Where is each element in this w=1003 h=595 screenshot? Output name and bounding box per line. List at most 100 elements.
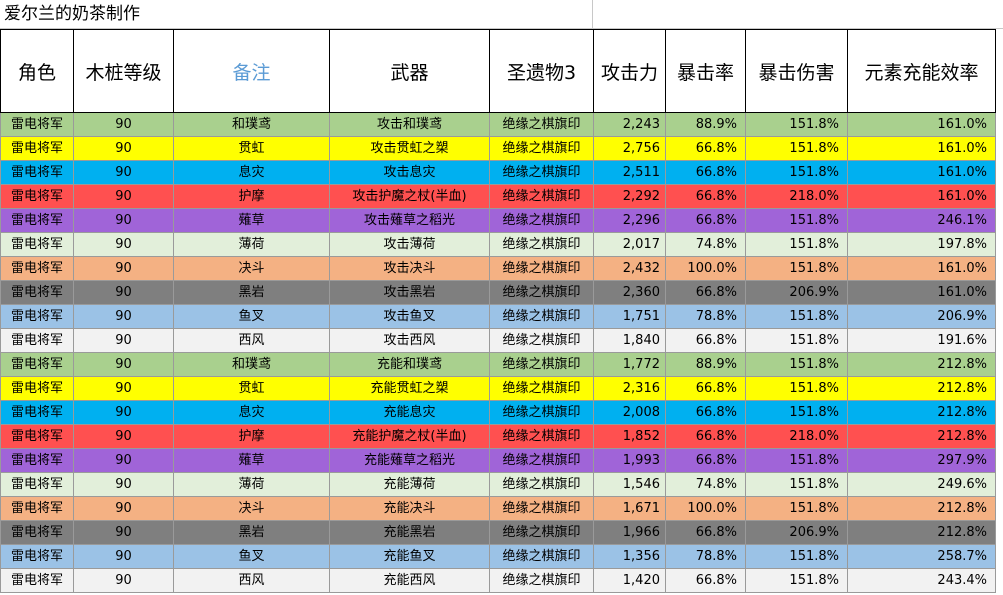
cell-note[interactable]: 决斗 xyxy=(173,496,330,521)
cell-artifact[interactable]: 绝缘之棋旗印 xyxy=(489,232,594,257)
cell-crit-rate[interactable]: 66.8% xyxy=(665,280,746,305)
cell-weapon[interactable]: 充能贯虹之槊 xyxy=(329,376,490,401)
cell-role[interactable]: 雷电将军 xyxy=(0,496,74,521)
cell-er[interactable]: 191.6% xyxy=(847,328,996,353)
cell-atk[interactable]: 1,852 xyxy=(593,424,666,449)
cell-atk[interactable]: 2,296 xyxy=(593,208,666,233)
cell-role[interactable]: 雷电将军 xyxy=(0,280,74,305)
cell-level[interactable]: 90 xyxy=(73,304,174,329)
cell-crit-dmg[interactable]: 218.0% xyxy=(745,184,848,209)
cell-note[interactable]: 贯虹 xyxy=(173,136,330,161)
cell-artifact[interactable]: 绝缘之棋旗印 xyxy=(489,160,594,185)
cell-crit-dmg[interactable]: 151.8% xyxy=(745,160,848,185)
cell-weapon[interactable]: 充能黑岩 xyxy=(329,520,490,545)
cell-atk[interactable]: 2,292 xyxy=(593,184,666,209)
cell-level[interactable]: 90 xyxy=(73,496,174,521)
cell-role[interactable]: 雷电将军 xyxy=(0,208,74,233)
cell-er[interactable]: 161.0% xyxy=(847,112,996,137)
cell-weapon[interactable]: 攻击薄荷 xyxy=(329,232,490,257)
cell-atk[interactable]: 2,008 xyxy=(593,400,666,425)
cell-crit-dmg[interactable]: 151.8% xyxy=(745,400,848,425)
cell-crit-dmg[interactable]: 151.8% xyxy=(745,376,848,401)
cell-note[interactable]: 薙草 xyxy=(173,448,330,473)
cell-role[interactable]: 雷电将军 xyxy=(0,376,74,401)
cell-weapon[interactable]: 攻击息灾 xyxy=(329,160,490,185)
cell-artifact[interactable]: 绝缘之棋旗印 xyxy=(489,544,594,569)
cell-weapon[interactable]: 充能西风 xyxy=(329,568,490,593)
cell-er[interactable]: 161.0% xyxy=(847,136,996,161)
cell-note[interactable]: 息灾 xyxy=(173,160,330,185)
cell-atk[interactable]: 2,316 xyxy=(593,376,666,401)
cell-crit-rate[interactable]: 74.8% xyxy=(665,472,746,497)
cell-crit-dmg[interactable]: 151.8% xyxy=(745,136,848,161)
cell-crit-dmg[interactable]: 151.8% xyxy=(745,472,848,497)
cell-weapon[interactable]: 充能息灾 xyxy=(329,400,490,425)
cell-crit-rate[interactable]: 100.0% xyxy=(665,256,746,281)
cell-weapon[interactable]: 充能薄荷 xyxy=(329,472,490,497)
cell-level[interactable]: 90 xyxy=(73,160,174,185)
cell-crit-rate[interactable]: 66.8% xyxy=(665,136,746,161)
cell-note[interactable]: 薄荷 xyxy=(173,472,330,497)
cell-crit-rate[interactable]: 66.8% xyxy=(665,376,746,401)
cell-note[interactable]: 黑岩 xyxy=(173,520,330,545)
cell-er[interactable]: 297.9% xyxy=(847,448,996,473)
cell-artifact[interactable]: 绝缘之棋旗印 xyxy=(489,208,594,233)
cell-level[interactable]: 90 xyxy=(73,136,174,161)
cell-artifact[interactable]: 绝缘之棋旗印 xyxy=(489,424,594,449)
cell-artifact[interactable]: 绝缘之棋旗印 xyxy=(489,328,594,353)
cell-crit-rate[interactable]: 66.8% xyxy=(665,520,746,545)
cell-crit-dmg[interactable]: 218.0% xyxy=(745,424,848,449)
cell-artifact[interactable]: 绝缘之棋旗印 xyxy=(489,496,594,521)
sheet-title[interactable]: 爱尔兰的奶茶制作 xyxy=(0,0,593,29)
cell-er[interactable]: 249.6% xyxy=(847,472,996,497)
cell-crit-dmg[interactable]: 206.9% xyxy=(745,280,848,305)
cell-artifact[interactable]: 绝缘之棋旗印 xyxy=(489,448,594,473)
cell-note[interactable]: 西风 xyxy=(173,568,330,593)
cell-role[interactable]: 雷电将军 xyxy=(0,568,74,593)
cell-role[interactable]: 雷电将军 xyxy=(0,256,74,281)
cell-note[interactable]: 和璞鸢 xyxy=(173,112,330,137)
cell-weapon[interactable]: 攻击黑岩 xyxy=(329,280,490,305)
cell-crit-dmg[interactable]: 151.8% xyxy=(745,352,848,377)
cell-note[interactable]: 薙草 xyxy=(173,208,330,233)
cell-role[interactable]: 雷电将军 xyxy=(0,400,74,425)
cell-artifact[interactable]: 绝缘之棋旗印 xyxy=(489,184,594,209)
cell-crit-rate[interactable]: 66.8% xyxy=(665,160,746,185)
cell-level[interactable]: 90 xyxy=(73,232,174,257)
header-cell-weapon[interactable]: 武器 xyxy=(329,29,490,113)
cell-crit-dmg[interactable]: 151.8% xyxy=(745,112,848,137)
cell-weapon[interactable]: 充能决斗 xyxy=(329,496,490,521)
cell-level[interactable]: 90 xyxy=(73,256,174,281)
cell-weapon[interactable]: 攻击贯虹之槊 xyxy=(329,136,490,161)
cell-artifact[interactable]: 绝缘之棋旗印 xyxy=(489,280,594,305)
cell-note[interactable]: 鱼叉 xyxy=(173,544,330,569)
cell-artifact[interactable]: 绝缘之棋旗印 xyxy=(489,472,594,497)
cell-artifact[interactable]: 绝缘之棋旗印 xyxy=(489,376,594,401)
cell-atk[interactable]: 1,966 xyxy=(593,520,666,545)
cell-note[interactable]: 护摩 xyxy=(173,424,330,449)
cell-atk[interactable]: 1,420 xyxy=(593,568,666,593)
cell-level[interactable]: 90 xyxy=(73,448,174,473)
cell-level[interactable]: 90 xyxy=(73,376,174,401)
cell-role[interactable]: 雷电将军 xyxy=(0,160,74,185)
cell-crit-rate[interactable]: 88.9% xyxy=(665,112,746,137)
cell-level[interactable]: 90 xyxy=(73,280,174,305)
cell-atk[interactable]: 1,993 xyxy=(593,448,666,473)
cell-level[interactable]: 90 xyxy=(73,112,174,137)
cell-note[interactable]: 护摩 xyxy=(173,184,330,209)
cell-role[interactable]: 雷电将军 xyxy=(0,352,74,377)
cell-er[interactable]: 206.9% xyxy=(847,304,996,329)
cell-crit-dmg[interactable]: 151.8% xyxy=(745,208,848,233)
cell-artifact[interactable]: 绝缘之棋旗印 xyxy=(489,352,594,377)
cell-role[interactable]: 雷电将军 xyxy=(0,448,74,473)
cell-crit-rate[interactable]: 66.8% xyxy=(665,400,746,425)
cell-level[interactable]: 90 xyxy=(73,184,174,209)
cell-er[interactable]: 161.0% xyxy=(847,184,996,209)
cell-atk[interactable]: 1,671 xyxy=(593,496,666,521)
cell-weapon[interactable]: 攻击和璞鸢 xyxy=(329,112,490,137)
cell-er[interactable]: 197.8% xyxy=(847,232,996,257)
cell-note[interactable]: 黑岩 xyxy=(173,280,330,305)
cell-note[interactable]: 贯虹 xyxy=(173,376,330,401)
header-cell-note[interactable]: 备注 xyxy=(173,29,330,113)
cell-note[interactable]: 西风 xyxy=(173,328,330,353)
